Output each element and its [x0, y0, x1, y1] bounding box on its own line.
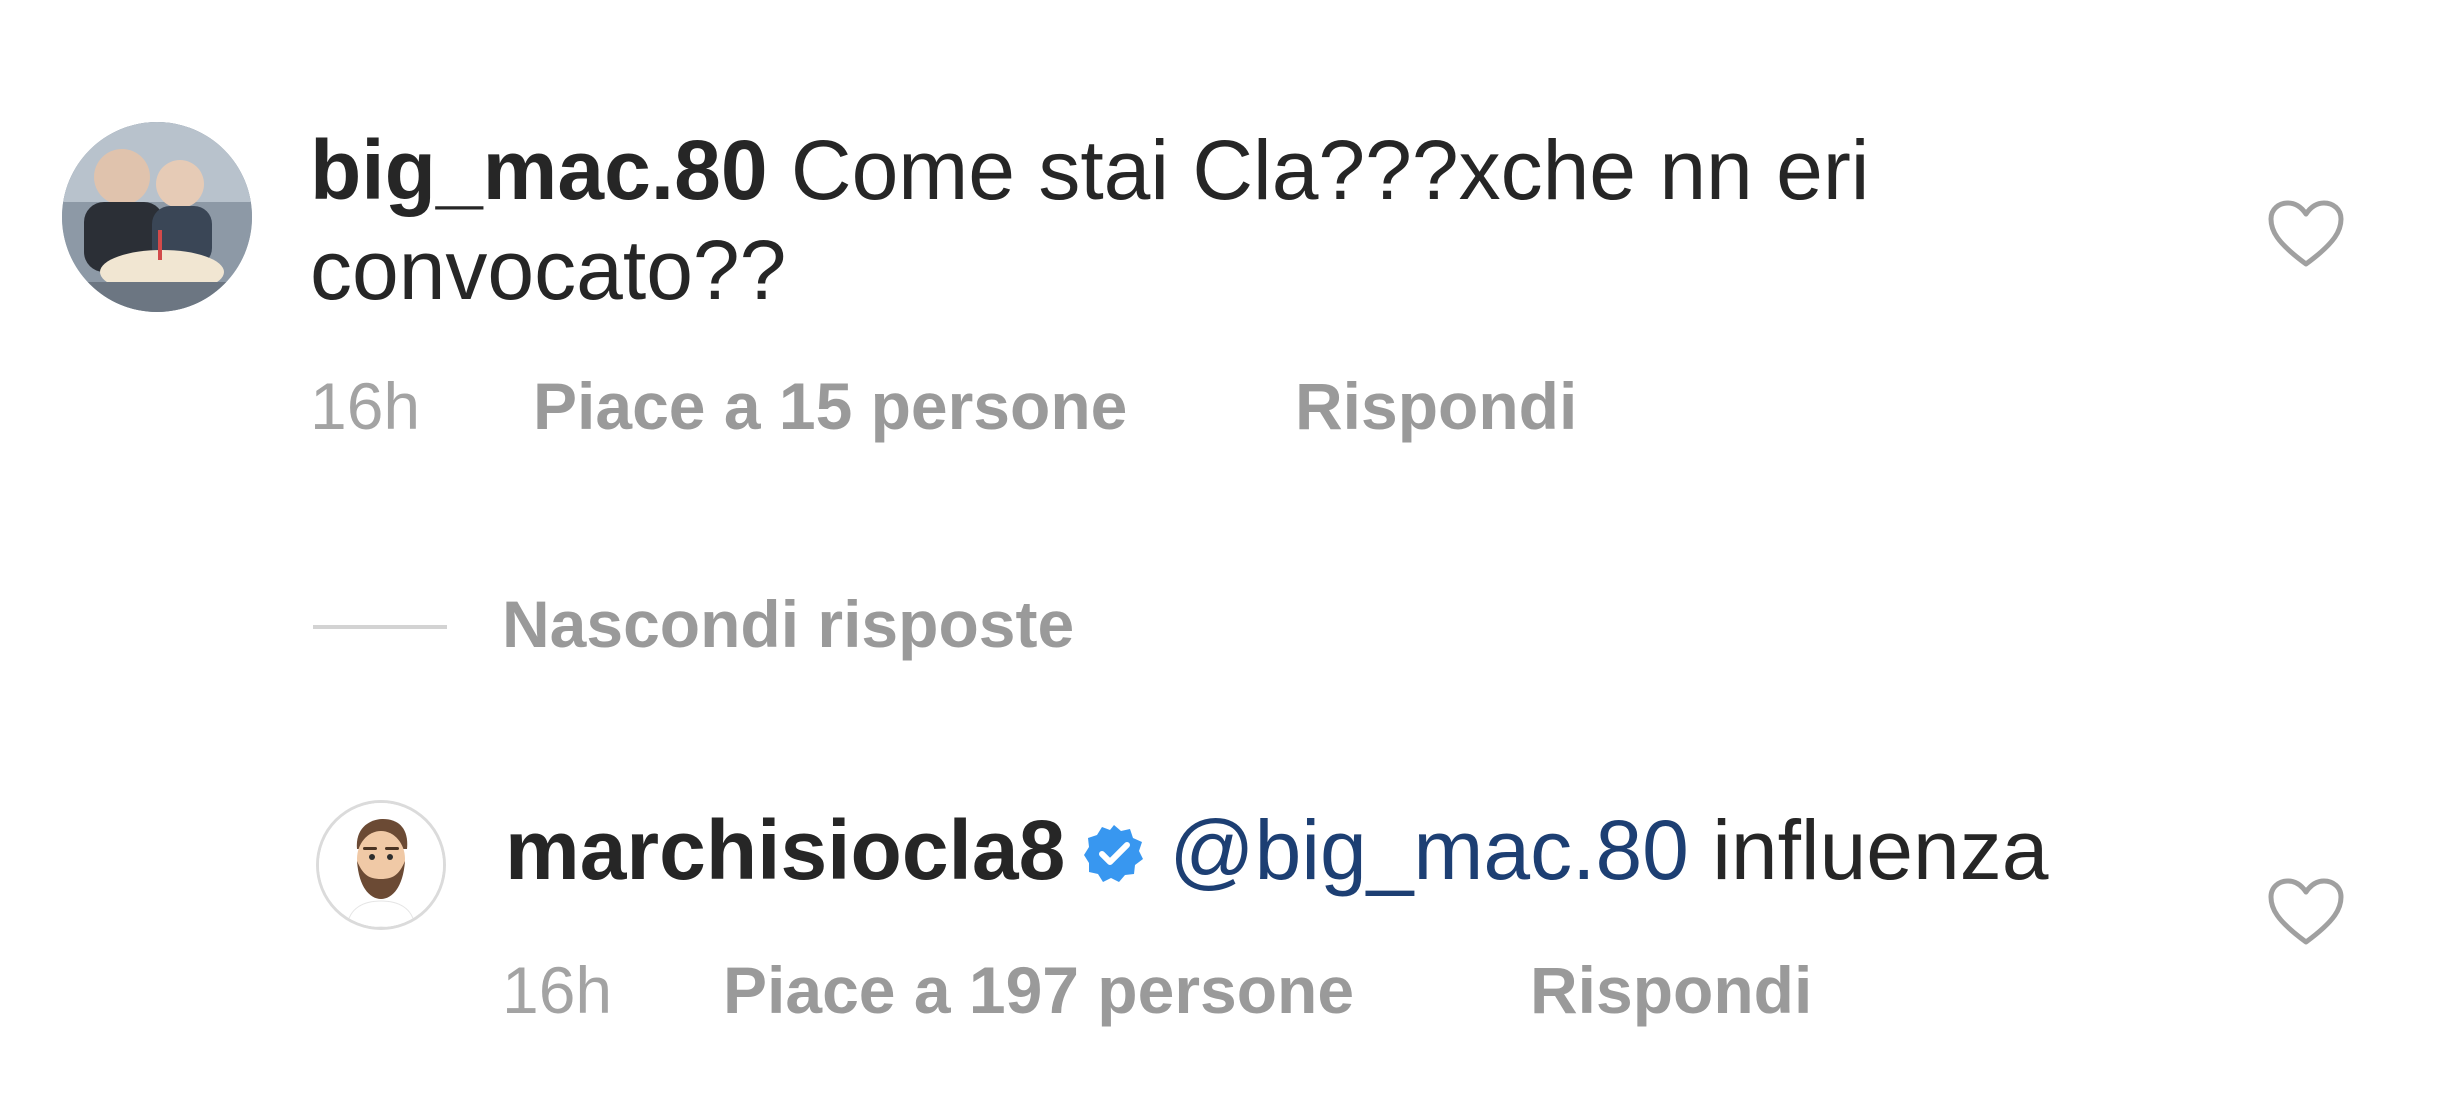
comment-time: 16h [310, 369, 421, 443]
reply-button[interactable]: Rispondi [1530, 950, 1812, 1030]
comment-likes-link[interactable]: Piace a 197 persone [723, 950, 1354, 1030]
mention-link[interactable]: @big_mac.80 [1169, 803, 1689, 897]
comment-time: 16h [502, 953, 613, 1027]
avatar-photo [62, 122, 252, 312]
replies-divider [313, 625, 447, 629]
comment-username[interactable]: big_mac.80 [310, 123, 768, 217]
avatar-big-mac-80[interactable] [62, 122, 252, 312]
like-heart-icon[interactable] [2268, 200, 2344, 268]
comment-likes-link[interactable]: Piace a 15 persone [533, 366, 1127, 446]
reply-button[interactable]: Rispondi [1295, 366, 1577, 446]
comment-username[interactable]: marchisiocla8 [505, 803, 1065, 897]
comment-body: marchisiocla8 @big_mac.80 influenza [505, 800, 2305, 900]
verified-badge-icon [1083, 806, 1145, 882]
like-heart-icon[interactable] [2268, 878, 2344, 946]
avatar-illustration [319, 803, 443, 927]
comment-body: big_mac.80 Come stai Cla???xche nn eri c… [310, 120, 2190, 320]
comment-text: influenza [1688, 803, 2049, 897]
hide-replies-button[interactable]: Nascondi risposte [502, 584, 1074, 664]
avatar-marchisiocla8[interactable] [316, 800, 446, 930]
